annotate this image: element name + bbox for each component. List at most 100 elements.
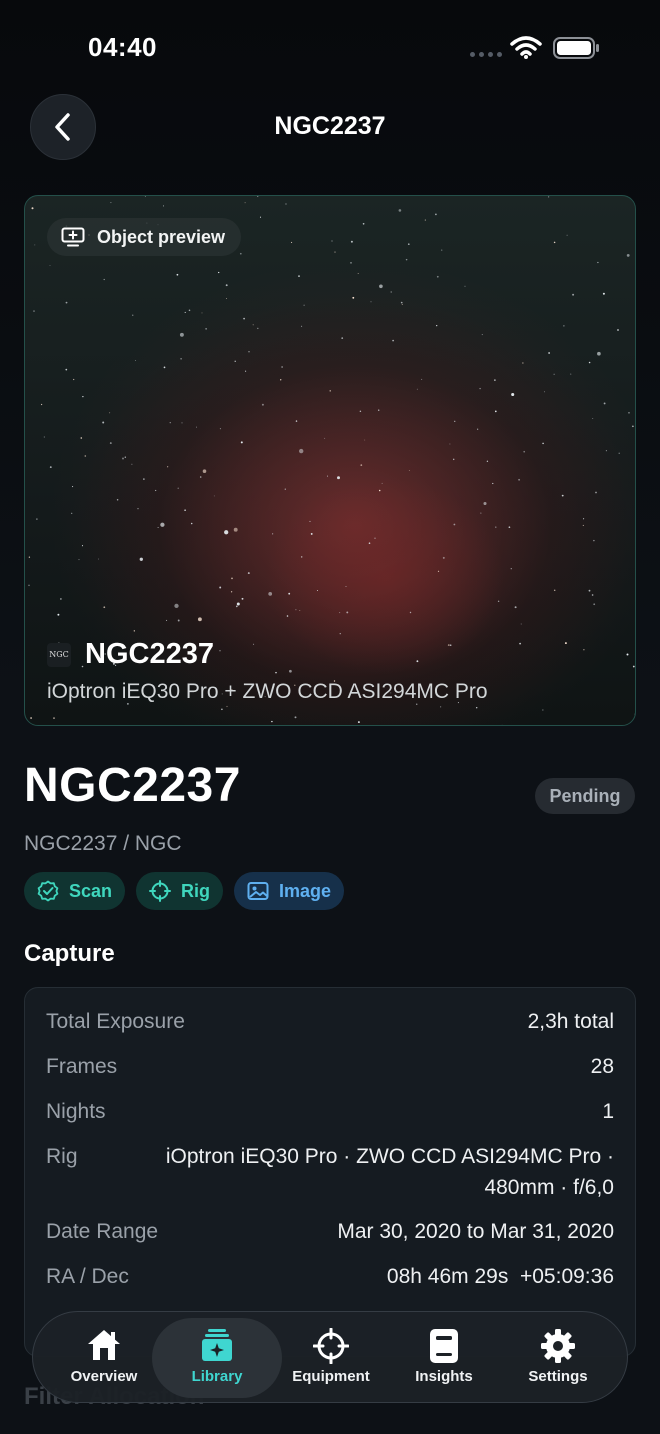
star [244,202,246,204]
star [436,275,439,278]
star [392,339,394,342]
star [131,463,133,465]
tab-label: Insights [415,1368,473,1385]
object-title: NGC2237 [24,759,241,812]
star [370,301,372,303]
star [116,498,119,501]
star [632,665,635,668]
star [421,378,423,380]
star [316,590,318,591]
star [73,378,75,381]
row-value: 08h 46m 29s +05:09:36 [386,1265,614,1288]
capture-card: Total Exposure 2,3h total Frames 28 Nigh… [24,987,636,1357]
star [495,526,497,528]
screen: 04:40 NGC2237 Object preview NGC NGC2237… [0,0,660,1434]
star [28,556,31,558]
tab-insights[interactable]: Insights [379,1318,509,1398]
star [602,292,605,295]
star [494,410,497,413]
capture-row-ra-dec: RA / Dec 08h 46m 29s +05:09:36 [46,1265,614,1289]
star [177,619,180,622]
star [110,202,112,204]
star [301,325,303,327]
tab-equipment[interactable]: Equipment [266,1318,396,1398]
star [261,403,264,406]
scan-chip[interactable]: Scan [24,872,126,910]
star [230,591,233,593]
star [592,417,594,420]
star [595,491,597,494]
star [508,526,511,529]
star [494,379,496,381]
star [239,252,242,255]
star [205,328,207,330]
star [437,570,440,572]
star [272,533,274,535]
star [298,275,300,277]
star [510,568,512,570]
star [518,478,521,481]
star [181,422,183,424]
star [179,332,184,337]
star [479,387,481,390]
tab-settings[interactable]: Settings [493,1318,623,1398]
object-preview-image[interactable]: Object preview NGC NGC2237 iOptron iEQ30… [24,195,636,726]
star [339,633,341,635]
star [289,669,292,673]
star [447,644,450,647]
star [184,509,186,512]
star [452,458,455,461]
star [310,532,313,535]
ngc-catalog-logo: NGC [47,642,71,667]
star [226,297,227,299]
star [618,452,620,454]
star [378,489,381,492]
star [553,241,556,244]
library-sparkle-icon [202,1329,232,1361]
star [33,310,35,312]
row-value: 1 [602,1100,614,1123]
status-badge: Pending [535,778,635,814]
rig-chip[interactable]: Rig [136,872,224,910]
star [288,592,291,595]
star [122,457,124,460]
tab-label: Equipment [292,1368,370,1385]
star [221,708,223,711]
tab-library[interactable]: Library [152,1318,282,1398]
tab-overview[interactable]: Overview [39,1318,169,1398]
capture-row-date-range: Date Range Mar 30, 2020 to Mar 31, 2020 [46,1220,614,1244]
star [218,271,220,274]
star [424,219,426,221]
star [544,391,546,393]
star [224,530,229,535]
star [331,240,333,242]
star [453,523,456,526]
star [350,262,352,264]
star [219,428,221,430]
star [566,234,568,236]
star [166,619,168,621]
status-time: 04:40 [88,32,157,62]
star [247,572,250,575]
star [626,653,629,656]
star [582,524,584,526]
star [30,717,33,719]
star [339,612,341,614]
star [197,617,202,622]
star [253,643,255,645]
star [235,605,238,608]
star [480,512,482,514]
star [345,585,347,588]
object-chips: Scan Rig Image [24,872,345,910]
star [522,362,524,364]
house-icon [88,1330,120,1360]
star [377,409,380,411]
star [374,537,376,539]
wifi-icon [510,36,542,59]
star [334,251,336,253]
star [542,442,544,445]
star [583,518,585,520]
star [34,244,36,246]
image-chip[interactable]: Image [234,872,345,910]
star [617,329,619,331]
